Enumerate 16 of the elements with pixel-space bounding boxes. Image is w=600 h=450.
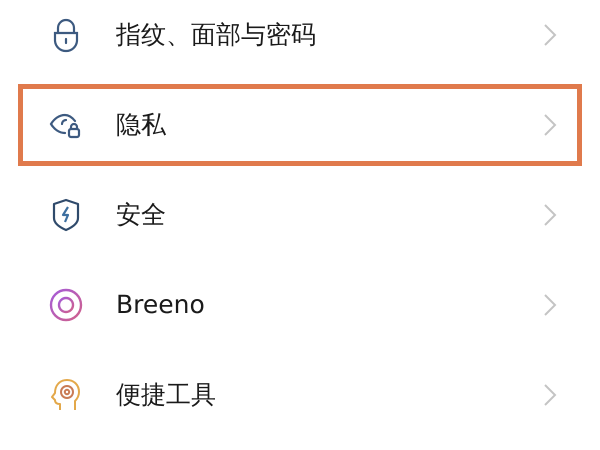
settings-label: 隐私 <box>116 109 167 142</box>
chevron-icon <box>543 383 557 407</box>
highlighted-settings-row[interactable]: 隐私 <box>18 84 582 166</box>
settings-label: 便捷工具 <box>116 379 217 412</box>
settings-row[interactable]: 便捷工具 <box>18 350 582 440</box>
chevron-icon <box>543 113 557 137</box>
ring-icon <box>48 287 84 323</box>
settings-row[interactable]: Breeno <box>18 260 582 350</box>
settings-row[interactable]: 指纹、面部与密码 <box>18 0 582 80</box>
settings-label: 指纹、面部与密码 <box>116 19 317 52</box>
chevron-icon <box>543 293 557 317</box>
chevron-icon <box>543 23 557 47</box>
settings-label: 安全 <box>116 199 167 232</box>
settings-label: Breeno <box>116 289 206 322</box>
settings-row[interactable]: 安全 <box>18 170 582 260</box>
chevron-icon <box>543 203 557 227</box>
